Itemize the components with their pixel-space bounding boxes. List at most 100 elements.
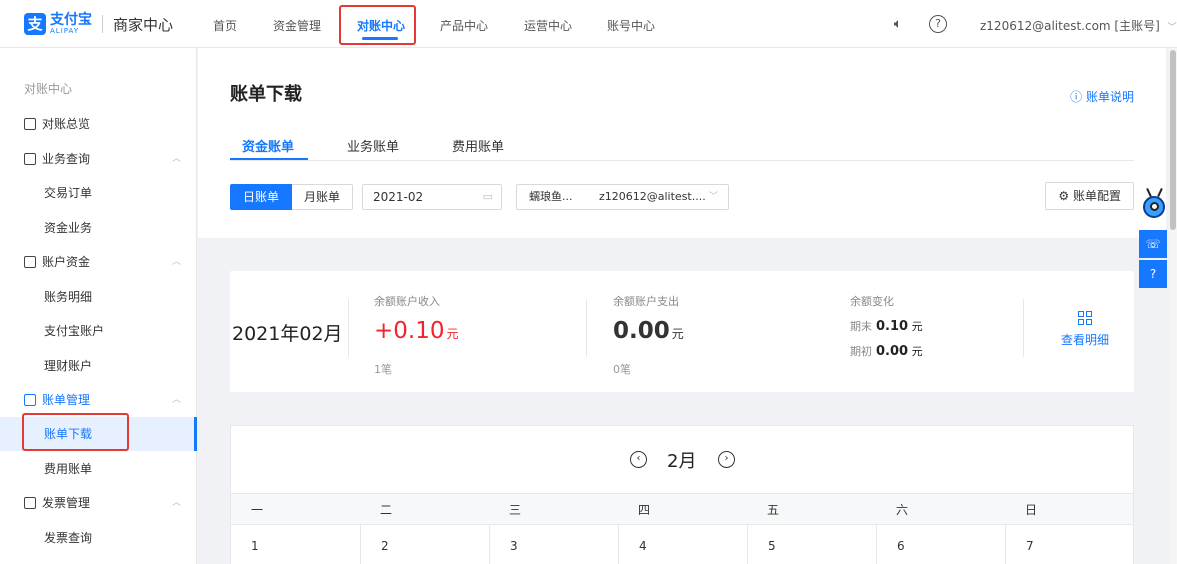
sidebar-item-account-funds[interactable]: 账户资金 ︿ [0,245,197,279]
account-select[interactable]: 蠕琅鱼... z120612@alitest.... ﹀ [516,184,729,210]
selected-indicator [194,417,197,451]
chevron-down-icon: ﹀ [1167,23,1177,33]
sidebar-item-alipay-account[interactable]: 支付宝账户 [0,314,197,348]
calendar-day[interactable]: 7 [1005,525,1133,564]
income-count: 1笔 [374,363,392,376]
divider [586,299,587,357]
chevron-up-icon: ︿ [172,395,182,405]
tab-active-ink [230,158,308,160]
account-select-name: 蠕琅鱼... [529,190,573,203]
page-scrollbar[interactable] [1169,48,1177,564]
sidebar-item-fund-business[interactable]: 资金业务 [0,211,197,245]
weekday-fri: 五 [767,503,780,517]
next-month-icon[interactable]: › [718,451,735,468]
assistant-mascot-icon[interactable] [1141,186,1165,230]
alipay-logo[interactable]: 支 支付宝 ALIPAY 商家中心 [24,12,173,36]
feedback-icon[interactable]: ? [1139,260,1167,288]
help-circle-icon: ⓘ [1070,90,1083,104]
calendar-icon: ▭ [482,190,493,203]
expense-value: 0.00 元 [613,318,684,344]
tab-fee-bill[interactable]: 费用账单 [452,136,504,155]
daily-bill-button[interactable]: 日账单 [230,184,293,210]
income-label: 余额账户收入 [374,295,440,308]
calendar-day[interactable]: 3 [489,525,618,564]
logo-en: ALIPAY [50,27,80,35]
calendar-day[interactable]: 4 [618,525,747,564]
weekday-mon: 一 [251,503,264,517]
query-icon [24,153,36,165]
balance-start: 期初 0.00 元 [850,344,923,359]
overview-icon [24,118,36,130]
weekday-sat: 六 [896,503,909,517]
invoice-icon [24,497,36,509]
sidebar-item-invoice-management[interactable]: 发票管理 ︿ [0,486,197,520]
chevron-up-icon: ︿ [172,154,182,164]
balance-change-label: 余额变化 [850,295,894,308]
sidebar-item-orders[interactable]: 交易订单 [0,176,197,210]
sidebar-item-bill-management[interactable]: 账单管理 ︿ [0,383,197,417]
speaker-icon[interactable]: 🔈︎ [889,15,907,33]
floating-assistant: ☏ ? [1139,186,1167,290]
divider [348,299,349,357]
customer-service-icon[interactable]: ☏ [1139,230,1167,258]
sidebar-item-business-query[interactable]: 业务查询 ︿ [0,142,197,176]
help-icon[interactable]: ? [929,15,947,33]
gear-icon: ⚙ [1058,189,1070,203]
calendar-day[interactable]: 1 [231,525,360,564]
income-value: +0.10 元 [374,318,459,344]
calendar-day[interactable]: 2 [360,525,489,564]
sidebar-item-wealth-account[interactable]: 理财账户 [0,349,197,383]
summary-card: 2021年02月 余额账户收入 +0.10 元 1笔 余额账户支出 0.00 元 0… [230,271,1134,392]
divider [1023,299,1024,357]
logo-divider [102,15,103,33]
nav-account-center[interactable]: 账号中心 [607,17,655,34]
sidebar-section-title: 对账中心 [24,82,73,96]
chevron-up-icon: ︿ [172,257,182,267]
weekday-thu: 四 [638,503,651,517]
chevron-down-icon: ﹀ [708,192,718,202]
nav-operations[interactable]: 运营中心 [524,17,572,34]
prev-month-icon[interactable]: ‹ [630,451,647,468]
sidebar-item-fee-bill[interactable]: 费用账单 [0,452,197,486]
nav-products[interactable]: 产品中心 [440,17,488,34]
expense-count: 0笔 [613,363,631,376]
highlight-box-nav [339,5,416,45]
summary-month: 2021年02月 [232,323,343,345]
chevron-up-icon: ︿ [172,498,182,508]
calendar-header: ‹ 2月 › [231,426,1133,493]
account-label: z120612@alitest.com [主账号] [980,19,1160,33]
bill-help-link[interactable]: ⓘ 账单说明 [1070,88,1134,105]
scrollbar-thumb[interactable] [1170,50,1176,230]
bill-calendar: ‹ 2月 › 一 二 三 四 五 六 日 1 2 3 4 5 6 7 [230,425,1134,564]
weekday-tue: 二 [380,503,393,517]
expense-label: 余额账户支出 [613,295,679,308]
logo-cn: 支付宝 [50,12,92,28]
tab-fund-bill[interactable]: 资金账单 [242,136,294,155]
period-toggle: 日账单 月账单 [230,184,354,210]
date-value: 2021-02 [373,190,424,204]
nav-funds[interactable]: 资金管理 [273,17,321,34]
app-title: 商家中心 [113,15,174,34]
calendar-week-row: 1 2 3 4 5 6 7 [231,525,1133,564]
tab-business-bill[interactable]: 业务账单 [347,136,399,155]
calendar-month: 2月 [667,451,697,472]
bill-tabs: 资金账单 业务账单 费用账单 [230,132,1134,161]
monthly-bill-button[interactable]: 月账单 [292,184,354,210]
sidebar-item-invoice-query[interactable]: 发票查询 [0,521,197,555]
page-title: 账单下载 [230,84,302,105]
nav-home[interactable]: 首页 [213,17,237,34]
account-menu[interactable]: z120612@alitest.com [主账号] ﹀ [980,17,1177,34]
sidebar-item-ledger[interactable]: 账务明细 [0,280,197,314]
bill-config-button[interactable]: ⚙ 账单配置 [1045,182,1134,210]
sidebar-item-overview[interactable]: 对账总览 [0,107,197,141]
calendar-day[interactable]: 5 [747,525,876,564]
top-bar: 支 支付宝 ALIPAY 商家中心 首页 资金管理 对账中心 产品中心 运营中心… [0,0,1177,48]
wallet-icon [24,256,36,268]
weekday-sun: 日 [1025,503,1038,517]
date-picker[interactable]: 2021-02 ▭ [362,184,502,210]
calendar-day[interactable]: 6 [876,525,1005,564]
main-header: 账单下载 ⓘ 账单说明 资金账单 业务账单 费用账单 日账单 月账单 2021-… [198,48,1166,238]
view-details-link[interactable]: 查看明细 [1055,311,1115,348]
account-select-email: z120612@alitest.... [599,190,706,203]
weekday-wed: 三 [509,503,522,517]
